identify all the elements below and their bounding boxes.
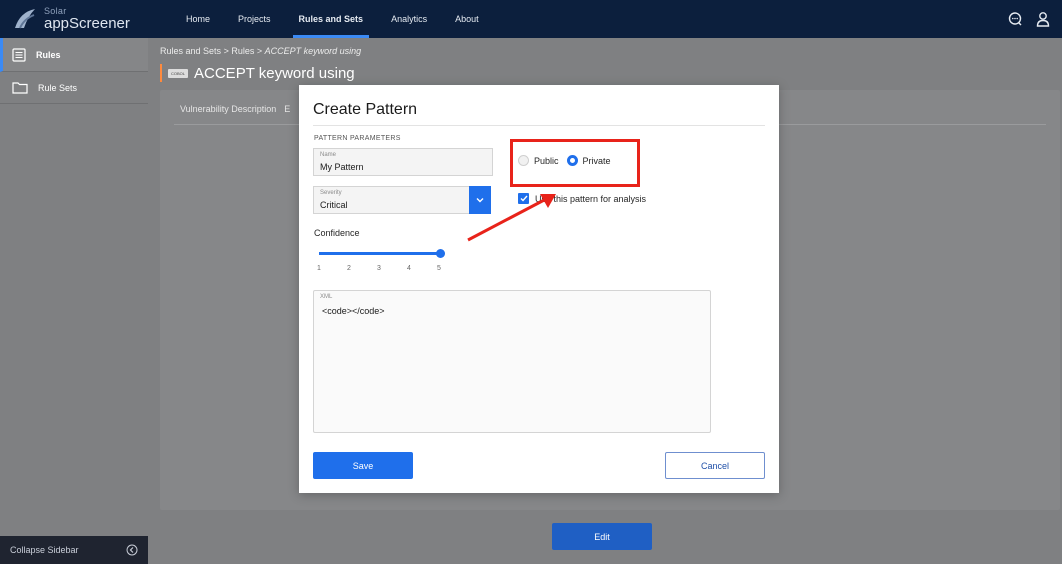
language-badge: COBOL bbox=[168, 68, 189, 78]
modal-title: Create Pattern bbox=[313, 101, 418, 118]
collapse-sidebar-label: Collapse Sidebar bbox=[10, 545, 79, 555]
sun-logo-icon bbox=[15, 9, 35, 29]
checkmark-icon bbox=[520, 195, 528, 202]
breadcrumb-current: ACCEPT keyword using bbox=[264, 46, 362, 56]
chat-icon[interactable] bbox=[1006, 10, 1024, 28]
section-label: PATTERN PARAMETERS bbox=[314, 135, 401, 142]
top-bar: Solar appScreener Home Projects Rules an… bbox=[0, 0, 1062, 38]
nav-analytics[interactable]: Analytics bbox=[377, 0, 441, 38]
edit-button[interactable]: Edit bbox=[552, 523, 652, 550]
user-icon[interactable] bbox=[1034, 10, 1052, 28]
use-for-analysis-label: Use this pattern for analysis bbox=[535, 193, 647, 204]
nav-projects[interactable]: Projects bbox=[224, 0, 285, 38]
confidence-tick: 3 bbox=[377, 265, 381, 272]
nav-home[interactable]: Home bbox=[172, 0, 224, 38]
name-field-value: My Pattern bbox=[320, 162, 364, 172]
sidebar-item-rules[interactable]: Rules bbox=[0, 38, 148, 72]
severity-dropdown-button[interactable] bbox=[469, 186, 491, 214]
severity-select[interactable]: Severity Critical bbox=[313, 186, 491, 214]
collapse-sidebar-button[interactable]: Collapse Sidebar bbox=[0, 536, 148, 564]
cancel-button[interactable]: Cancel bbox=[665, 452, 765, 479]
tab-second[interactable]: E bbox=[284, 104, 290, 114]
breadcrumb-rules[interactable]: Rules bbox=[231, 46, 254, 56]
confidence-tick: 2 bbox=[347, 265, 351, 272]
chevron-left-icon bbox=[126, 544, 138, 556]
severity-value: Critical bbox=[320, 200, 348, 210]
breadcrumb-separator: > bbox=[223, 46, 229, 56]
xml-editor[interactable]: XML <code></code> bbox=[313, 290, 711, 433]
use-for-analysis-checkbox[interactable] bbox=[518, 193, 529, 204]
modal-divider bbox=[313, 125, 765, 126]
confidence-tick: 4 bbox=[407, 265, 411, 272]
nav-rules-and-sets[interactable]: Rules and Sets bbox=[285, 0, 378, 38]
tab-vulnerability-description[interactable]: Vulnerability Description bbox=[180, 104, 276, 114]
confidence-slider-track[interactable] bbox=[319, 252, 441, 255]
highlight-box bbox=[510, 139, 640, 187]
sidebar-item-rule-sets[interactable]: Rule Sets bbox=[0, 72, 148, 104]
confidence-slider-thumb[interactable] bbox=[436, 249, 445, 258]
xml-label: XML bbox=[320, 294, 333, 300]
breadcrumb-separator: > bbox=[256, 46, 263, 56]
xml-value: <code></code> bbox=[322, 306, 385, 316]
confidence-tick: 5 bbox=[437, 265, 441, 272]
page-title: COBOL ACCEPT keyword using bbox=[160, 64, 355, 82]
breadcrumb: Rules and Sets > Rules > ACCEPT keyword … bbox=[160, 46, 361, 56]
sidebar-item-label: Rule Sets bbox=[38, 82, 78, 93]
sidebar: Rules Rule Sets Collapse Sidebar bbox=[0, 38, 148, 564]
confidence-tick: 1 bbox=[317, 265, 321, 272]
chevron-down-icon bbox=[476, 198, 484, 203]
sidebar-item-label: Rules bbox=[36, 49, 61, 60]
save-button[interactable]: Save bbox=[313, 452, 413, 479]
folder-icon bbox=[12, 82, 28, 94]
use-for-analysis-checkbox-row[interactable]: Use this pattern for analysis bbox=[518, 193, 646, 204]
name-field-label: Name bbox=[320, 152, 337, 158]
breadcrumb-rules-and-sets[interactable]: Rules and Sets bbox=[160, 46, 221, 56]
severity-label: Severity bbox=[320, 190, 342, 196]
list-icon bbox=[12, 47, 26, 62]
app-logo[interactable]: Solar appScreener bbox=[0, 0, 148, 38]
logo-big-text: appScreener bbox=[44, 15, 130, 32]
page-title-text: ACCEPT keyword using bbox=[194, 64, 355, 82]
main-nav: Home Projects Rules and Sets Analytics A… bbox=[172, 0, 493, 38]
name-field[interactable]: Name My Pattern bbox=[313, 148, 493, 176]
confidence-label: Confidence bbox=[314, 228, 360, 238]
title-accent-bar bbox=[160, 64, 162, 82]
nav-about[interactable]: About bbox=[441, 0, 493, 38]
